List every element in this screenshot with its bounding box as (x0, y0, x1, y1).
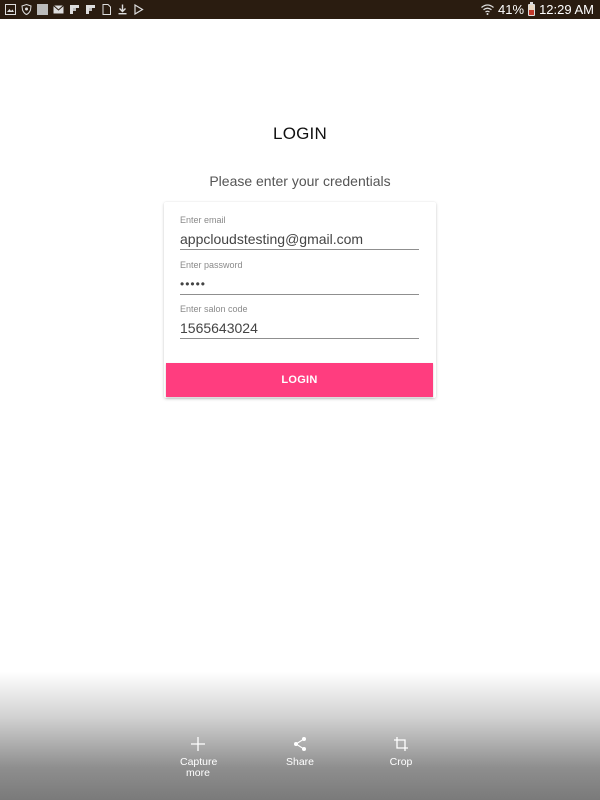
crop-button[interactable]: Crop (361, 736, 441, 768)
image-icon (5, 4, 16, 15)
share-button[interactable]: Share (260, 736, 340, 768)
email-icon (53, 5, 64, 14)
flipboard-icon (86, 5, 95, 14)
crop-label: Crop (389, 756, 413, 768)
crop-icon (394, 737, 408, 751)
salon-code-field[interactable] (180, 315, 419, 339)
shield-icon (21, 4, 32, 15)
capture-more-label: Capture more (180, 756, 218, 779)
salon-code-label: Enter salon code (180, 304, 248, 314)
login-card: Enter email Enter password Enter salon c… (164, 202, 436, 398)
login-button[interactable]: LOGIN (166, 363, 433, 397)
email-label: Enter email (180, 215, 226, 225)
status-bar: 41% 12:29 AM (0, 0, 600, 19)
document-icon (102, 4, 111, 15)
password-field[interactable] (180, 271, 419, 295)
play-store-icon (134, 4, 144, 15)
email-field-group: Enter email (180, 214, 419, 250)
password-field-group: Enter password (180, 259, 419, 295)
salon-code-field-group: Enter salon code (180, 303, 419, 339)
download-icon (118, 4, 127, 15)
capture-toolbar: Capture more Share Crop (0, 672, 600, 800)
clock: 12:29 AM (539, 2, 594, 17)
page-title: LOGIN (273, 124, 327, 143)
capture-more-button[interactable]: Capture more (158, 736, 238, 779)
flipboard-icon (70, 5, 79, 14)
share-icon (294, 737, 306, 751)
email-field[interactable] (180, 226, 419, 250)
page-subtitle: Please enter your credentials (209, 173, 391, 189)
share-label: Share (285, 756, 315, 768)
notification-icons (5, 3, 144, 16)
system-status: 41% 12:29 AM (481, 0, 594, 19)
square-icon (37, 4, 48, 15)
password-label: Enter password (180, 260, 243, 270)
battery-icon (528, 1, 536, 16)
battery-level (529, 10, 535, 15)
wifi-icon (481, 4, 494, 15)
plus-icon (191, 737, 205, 751)
battery-percent: 41% (498, 2, 525, 17)
